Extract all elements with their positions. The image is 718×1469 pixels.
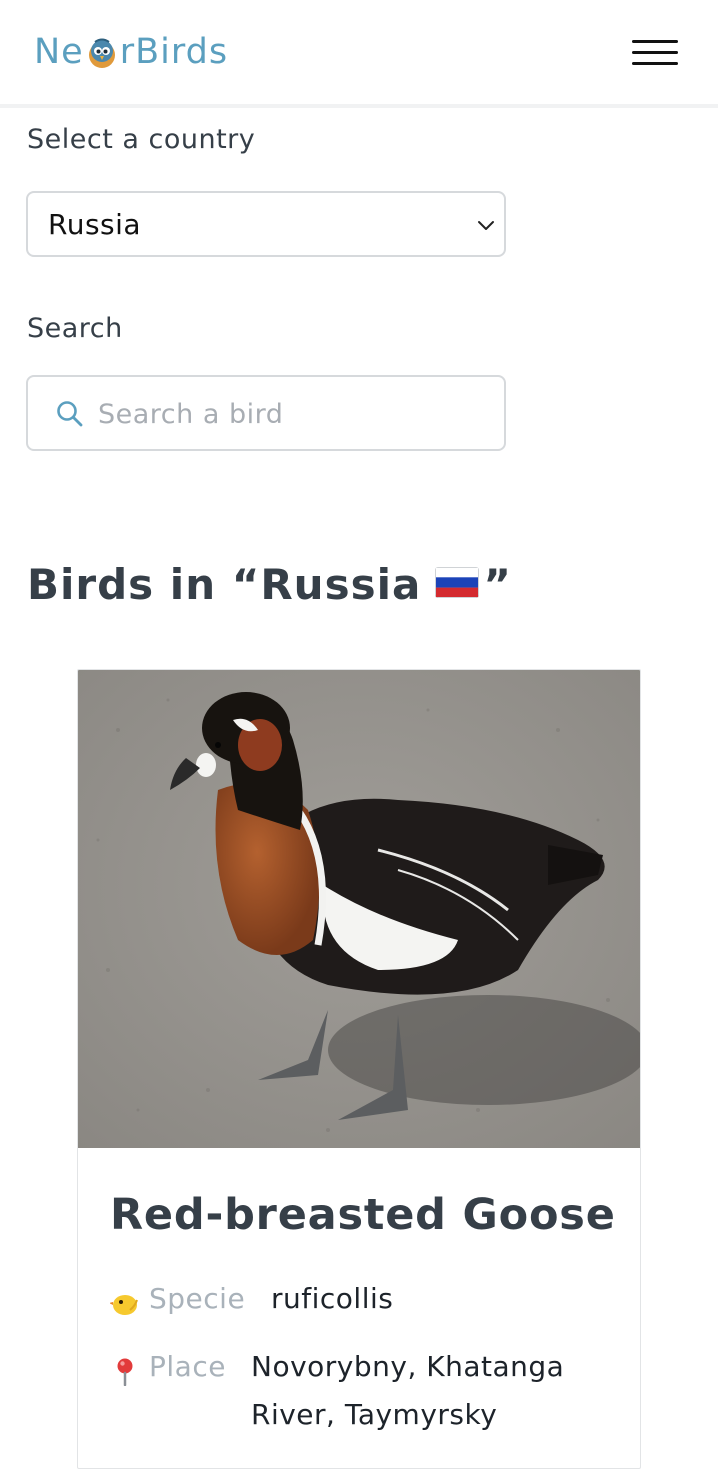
results-heading-text: Birds in “Russia: [27, 560, 422, 609]
place-value: Novorybny, Khatanga River, Taymyrsky: [251, 1350, 565, 1431]
chevron-down-icon: [478, 221, 494, 230]
search-input[interactable]: [96, 389, 486, 439]
pin-icon: [117, 1358, 133, 1386]
bird-photo-image: [78, 670, 640, 1148]
specie-label: Specie: [149, 1282, 246, 1315]
russia-flag-icon: [435, 567, 480, 598]
country-select-value: Russia: [48, 208, 142, 241]
logo-text-start: Ne: [34, 32, 84, 72]
search-field[interactable]: [26, 375, 506, 451]
country-label: Select a country: [27, 124, 256, 155]
logo[interactable]: Ne rBirds: [34, 28, 228, 76]
place-label: Place: [149, 1350, 226, 1383]
bird-photo[interactable]: [78, 670, 640, 1148]
results-heading-close-quote: ”: [483, 560, 512, 609]
search-icon: [57, 401, 83, 427]
bird-card[interactable]: Red-breasted Goose Specie ruficollis Pla…: [77, 669, 641, 1469]
specie-value: ruficollis: [271, 1282, 394, 1315]
results-heading: Birds in “Russia ”: [27, 560, 512, 609]
logo-text-end: rBirds: [119, 32, 229, 72]
chick-icon: [110, 1295, 138, 1315]
menu-icon[interactable]: [632, 38, 678, 68]
top-bar: Ne rBirds: [0, 0, 718, 108]
country-select[interactable]: Russia: [26, 191, 506, 257]
bird-logo-icon: [88, 38, 115, 68]
bird-name[interactable]: Red-breasted Goose: [110, 1190, 616, 1240]
search-label: Search: [27, 313, 123, 344]
